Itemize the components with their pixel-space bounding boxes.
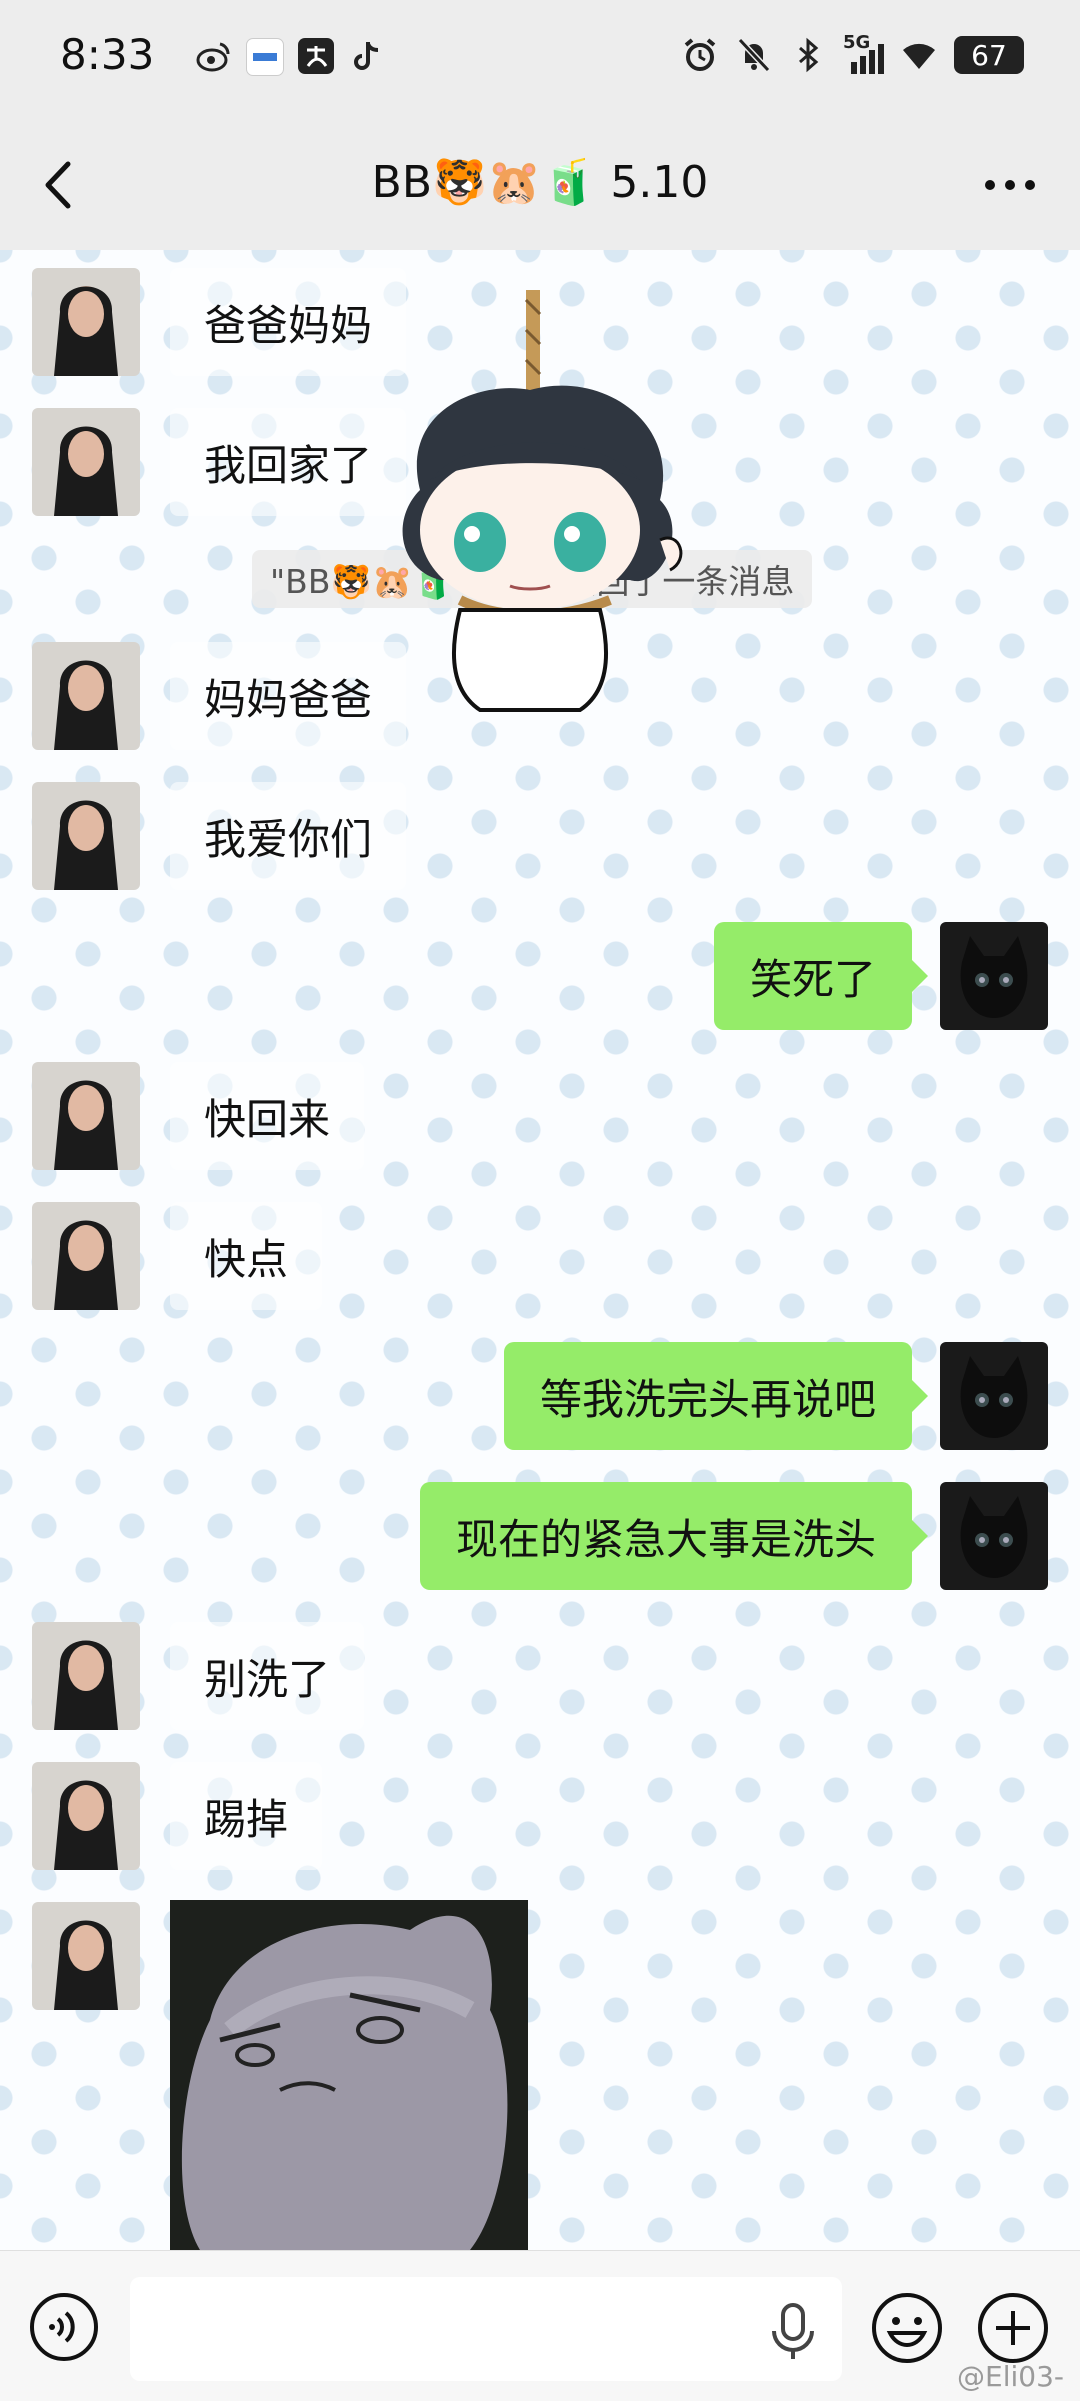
microphone-icon[interactable] [770,2303,816,2361]
avatar-self[interactable] [940,922,1048,1030]
message-text[interactable]: 妈妈爸爸 [170,642,407,750]
message-input[interactable] [130,2277,842,2381]
status-icons: 5G 67 [681,32,1024,74]
notification-icons [196,38,384,76]
avatar-contact[interactable] [32,782,140,890]
message-text[interactable]: 我爱你们 [170,782,407,890]
message-text[interactable]: 别洗了 [170,1622,365,1730]
message-bubble-sent[interactable]: 等我洗完头再说吧 [503,1342,929,1450]
avatar-contact[interactable] [32,1202,140,1310]
avatar-contact[interactable] [32,1762,140,1870]
bluetooth-icon [799,37,819,73]
wifi-icon [903,43,935,69]
alipay-icon [298,38,334,74]
message-text[interactable]: 踢掉 [170,1762,323,1870]
input-bar: @Eli03- [0,2250,1080,2401]
plus-icon[interactable] [976,2291,1050,2365]
emoji-icon[interactable] [870,2291,944,2365]
avatar-contact[interactable] [32,1902,140,2010]
chat-title: BB🐯🐹🧃 5.10 [371,157,709,208]
network-type: 5G [843,32,871,53]
chat-header: BB🐯🐹🧃 5.10 [0,120,1080,250]
avatar-contact[interactable] [32,1062,140,1170]
ellipsis-icon[interactable] [980,170,1040,200]
message-bubble-sent[interactable]: 笑死了 [713,922,929,1030]
avatar-contact[interactable] [32,408,140,516]
chat-messages[interactable]: 爸爸妈妈 我回家了 "BB🐯🐹🧃 5.10" 撤回了一条消息 妈妈爸爸 我爱你们… [0,250,1080,2250]
avatar-contact[interactable] [32,1622,140,1730]
message-bubble-sent[interactable]: 现在的紧急大事是洗头 [419,1482,929,1590]
status-bar: 8:33 5G 67 [0,0,1080,120]
message-text[interactable]: 爸爸妈妈 [170,268,407,376]
avatar-self[interactable] [940,1342,1048,1450]
alarm-icon [684,38,716,71]
recall-notice: "BB🐯🐹🧃 5.10" 撤回了一条消息 [252,550,813,608]
mute-bell-icon [737,37,771,73]
signal-icon: 5G [843,32,884,74]
tiktok-icon [348,38,384,74]
message-text[interactable]: 我回家了 [170,408,407,516]
watermark-text: @Eli03- [957,2360,1064,2393]
weibo-icon [196,38,232,74]
xiaohongshu-icon [246,38,284,76]
message-text[interactable]: 快回来 [170,1062,365,1170]
avatar-contact[interactable] [32,642,140,750]
battery-level: 67 [954,36,1024,74]
status-time: 8:33 [60,30,155,79]
voice-icon[interactable] [28,2291,100,2363]
message-text[interactable]: 快点 [170,1202,323,1310]
avatar-self[interactable] [940,1482,1048,1590]
image-message-sticker[interactable] [170,1900,528,2250]
avatar-contact[interactable] [32,268,140,376]
